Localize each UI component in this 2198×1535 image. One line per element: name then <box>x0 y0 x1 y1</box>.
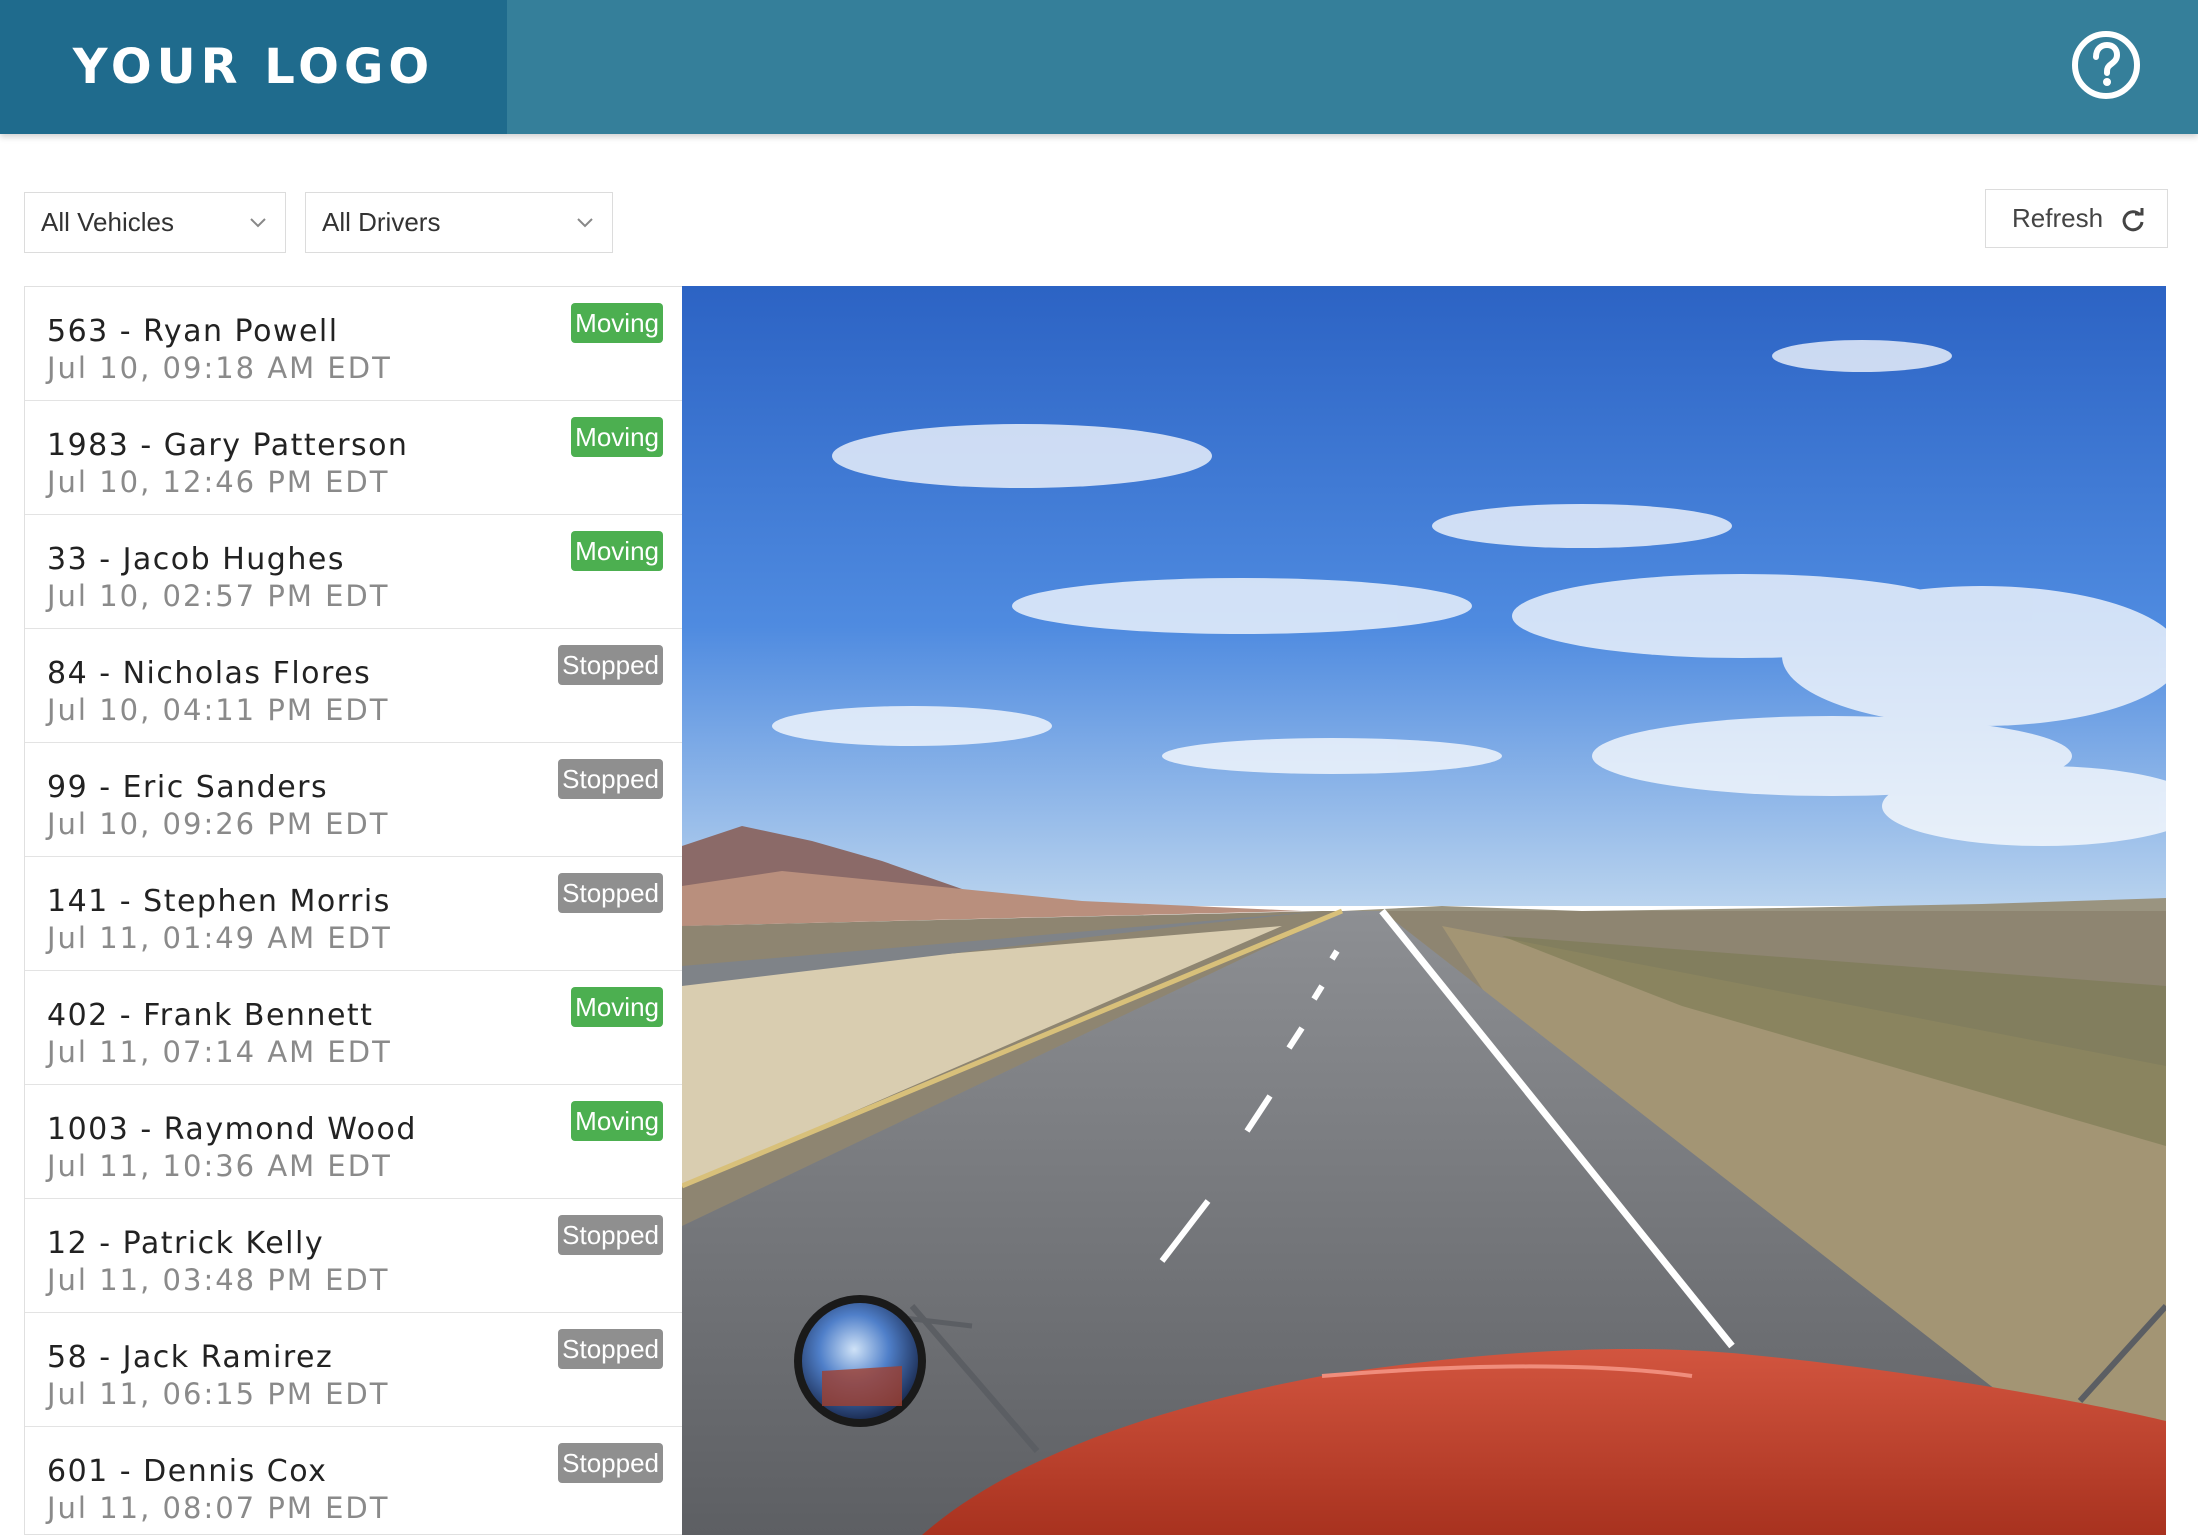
vehicle-list-item[interactable]: 33 - Jacob Hughes Jul 10, 02:57 PM EDT Mov… <box>25 515 682 629</box>
chevron-down-icon <box>577 218 593 228</box>
vehicle-list-item[interactable]: 601 - Dennis Cox Jul 11, 08:07 PM EDT Stop… <box>25 1427 682 1534</box>
status-badge: Moving <box>571 303 663 343</box>
vehicle-filter-value: All Vehicles <box>41 207 174 237</box>
vehicle-list-item[interactable]: 402 - Frank Bennett Jul 11, 07:14 AM EDT M… <box>25 971 682 1085</box>
vehicle-timestamp: Jul 10, 09:18 AM EDT <box>47 351 392 385</box>
vehicle-timestamp: Jul 11, 08:07 PM EDT <box>47 1491 390 1525</box>
vehicle-driver-name: 563 - Ryan Powell <box>47 314 339 349</box>
status-badge: Stopped <box>558 1215 663 1255</box>
vehicle-list-item[interactable]: 1003 - Raymond Wood Jul 11, 10:36 AM EDT M… <box>25 1085 682 1199</box>
status-badge: Moving <box>571 987 663 1027</box>
top-header: YOUR LOGO <box>0 0 2198 134</box>
vehicle-timestamp: Jul 10, 09:26 PM EDT <box>47 807 390 841</box>
vehicle-list-item[interactable]: 84 - Nicholas Flores Jul 10, 04:11 PM EDT… <box>25 629 682 743</box>
logo[interactable]: YOUR LOGO <box>0 0 507 134</box>
vehicle-driver-name: 1003 - Raymond Wood <box>47 1112 417 1147</box>
vehicle-timestamp: Jul 11, 07:14 AM EDT <box>47 1035 392 1069</box>
dashcam-image <box>682 286 2166 1535</box>
chevron-down-icon <box>250 218 266 228</box>
vehicle-driver-name: 601 - Dennis Cox <box>47 1454 328 1489</box>
status-badge: Stopped <box>558 1443 663 1483</box>
vehicle-driver-name: 33 - Jacob Hughes <box>47 542 345 577</box>
vehicle-timestamp: Jul 11, 03:48 PM EDT <box>47 1263 390 1297</box>
vehicle-driver-name: 12 - Patrick Kelly <box>47 1226 325 1261</box>
vehicle-list: 563 - Ryan Powell Jul 10, 09:18 AM EDT Mov… <box>24 286 682 1535</box>
vehicle-list-item[interactable]: 12 - Patrick Kelly Jul 11, 03:48 PM EDT St… <box>25 1199 682 1313</box>
status-badge: Stopped <box>558 1329 663 1369</box>
vehicle-driver-name: 84 - Nicholas Flores <box>47 656 372 691</box>
vehicle-timestamp: Jul 10, 12:46 PM EDT <box>47 465 390 499</box>
logo-text: YOUR LOGO <box>72 39 435 95</box>
vehicle-driver-name: 1983 - Gary Patterson <box>47 428 409 463</box>
vehicle-list-item[interactable]: 1983 - Gary Patterson Jul 10, 12:46 PM ED… <box>25 401 682 515</box>
refresh-icon <box>2122 208 2144 232</box>
help-circle-icon[interactable] <box>2070 29 2142 101</box>
vehicle-list-item[interactable]: 99 - Eric Sanders Jul 10, 09:26 PM EDT Sto… <box>25 743 682 857</box>
vehicle-timestamp: Jul 10, 02:57 PM EDT <box>47 579 390 613</box>
vehicle-filter-dropdown[interactable]: All Vehicles <box>24 192 286 253</box>
vehicle-timestamp: Jul 10, 04:11 PM EDT <box>47 693 390 727</box>
status-badge: Moving <box>571 531 663 571</box>
vehicle-list-item[interactable]: 141 - Stephen Morris Jul 11, 01:49 AM EDT… <box>25 857 682 971</box>
status-badge: Moving <box>571 1101 663 1141</box>
vehicle-driver-name: 99 - Eric Sanders <box>47 770 329 805</box>
driver-filter-dropdown[interactable]: All Drivers <box>305 192 613 253</box>
vehicle-driver-name: 141 - Stephen Morris <box>47 884 391 919</box>
status-badge: Stopped <box>558 759 663 799</box>
driver-filter-value: All Drivers <box>322 207 441 237</box>
status-badge: Stopped <box>558 645 663 685</box>
status-badge: Stopped <box>558 873 663 913</box>
vehicle-driver-name: 58 - Jack Ramirez <box>47 1340 334 1375</box>
vehicle-timestamp: Jul 11, 01:49 AM EDT <box>47 921 392 955</box>
vehicle-list-item[interactable]: 563 - Ryan Powell Jul 10, 09:18 AM EDT Mov… <box>25 287 682 401</box>
vehicle-driver-name: 402 - Frank Bennett <box>47 998 374 1033</box>
refresh-button[interactable]: Refresh <box>1985 189 2168 248</box>
vehicle-timestamp: Jul 11, 10:36 AM EDT <box>47 1149 392 1183</box>
vehicle-timestamp: Jul 11, 06:15 PM EDT <box>47 1377 390 1411</box>
status-badge: Moving <box>571 417 663 457</box>
vehicle-list-item[interactable]: 58 - Jack Ramirez Jul 11, 06:15 PM EDT Sto… <box>25 1313 682 1427</box>
refresh-label: Refresh <box>2012 203 2104 233</box>
